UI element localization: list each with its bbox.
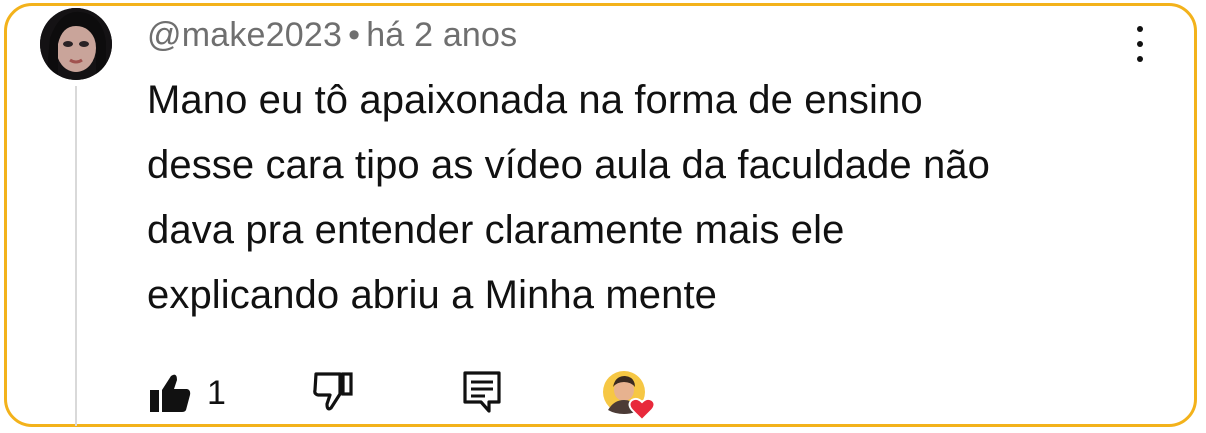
- comment-timestamp[interactable]: há 2 anos: [366, 16, 517, 54]
- author-handle[interactable]: @make2023: [147, 16, 342, 54]
- reply-button[interactable]: [459, 368, 507, 416]
- more-vert-icon[interactable]: [1125, 22, 1155, 66]
- creator-heart-badge[interactable]: [602, 370, 664, 422]
- thumbs-up-filled-icon: [150, 374, 191, 412]
- avatar-image: [40, 8, 112, 80]
- dislike-button[interactable]: [310, 368, 358, 416]
- like-button[interactable]: 1: [147, 368, 237, 416]
- comment-line: Mano eu tô apaixonada na forma de ensino: [147, 78, 923, 122]
- comment-line: dava pra entender claramente mais ele: [147, 208, 845, 252]
- comment-reply-icon: [463, 371, 501, 413]
- menu-dot: [1137, 41, 1143, 47]
- user-avatar[interactable]: [40, 8, 112, 80]
- comment-header: @make2023 • há 2 anos: [147, 16, 517, 55]
- thumbs-down-outline-icon: [313, 372, 353, 411]
- thread-line: [75, 86, 77, 426]
- comment-line: desse cara tipo as vídeo aula da faculda…: [147, 143, 990, 187]
- meta-separator: •: [348, 16, 361, 54]
- comment-body: Mano eu tô apaixonada na forma de ensino…: [147, 68, 1127, 328]
- comment-line: explicando abriu a Minha mente: [147, 273, 718, 317]
- comment-card: @make2023 • há 2 anos Mano eu tô apaixonad…: [4, 3, 1197, 427]
- creator-heart-icon: [603, 371, 656, 422]
- menu-dot: [1137, 56, 1143, 62]
- menu-dot: [1137, 26, 1143, 32]
- like-count: 1: [207, 374, 226, 412]
